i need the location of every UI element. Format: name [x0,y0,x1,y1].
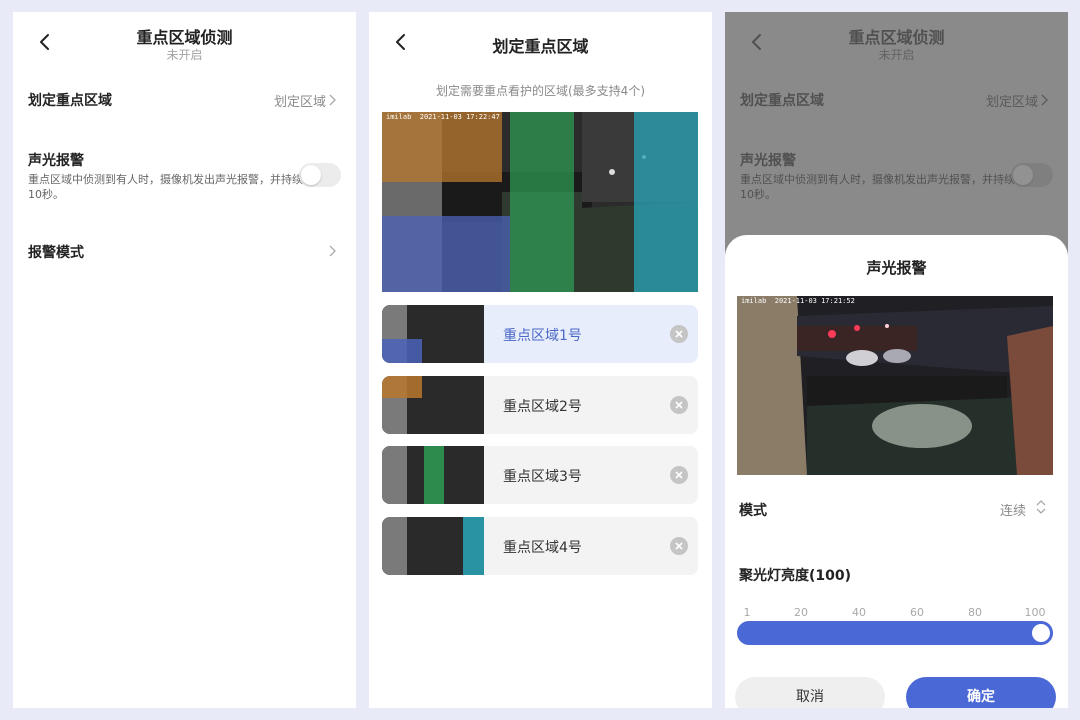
camera-timestamp: imilab 2021-11-03 17:21:52 [741,297,855,305]
alarm-row-description: 重点区域中侦测到有人时，摄像机发出声光报警，并持续10秒。 [740,173,1015,201]
alarm-toggle [1011,163,1053,187]
slider-handle[interactable] [1032,624,1050,642]
zone-thumbnail-2 [382,376,484,434]
zone-thumbnail-1 [382,305,484,363]
camera-brand: imilab [386,113,412,121]
brightness-tick: 20 [794,606,808,619]
screen-zone-detection: 重点区域侦测 未开启 划定重点区域 划定区域 声光报警 重点区域中侦测到有人时，… [13,12,356,708]
brightness-tick: 100 [1024,606,1046,619]
zone-overlay-1 [382,216,510,292]
close-circle-icon[interactable] [670,325,688,343]
screen-alarm-sheet: 重点区域侦测 未开启 划定重点区域 划定区域 声光报警 重点区域中侦测到有人时，… [725,12,1068,708]
zone-label-1: 重点区域1号 [503,328,582,344]
brightness-tick: 80 [968,606,982,619]
camera-time: 2021-11-03 17:21:52 [774,297,855,305]
zone-item-4[interactable]: 重点区域4号 [382,517,698,575]
zone-row-value: 划定区域 [985,95,1038,110]
chevron-right-icon [1041,94,1048,106]
zone-label-3: 重点区域3号 [503,469,582,485]
camera-timestamp: imilab 2021-11-03 17:22:47 [386,113,500,121]
page-subtitle: 未开启 [878,48,915,62]
zone-item-2[interactable]: 重点区域2号 [382,376,698,434]
mode-label: 模式 [739,503,767,519]
page-title: 重点区域侦测 [136,28,233,47]
zone-overlay-2 [382,112,502,182]
brightness-tick: 60 [910,606,924,619]
cancel-button[interactable]: 取消 [735,677,885,708]
zone-label-4: 重点区域4号 [503,540,582,556]
confirm-button[interactable]: 确定 [906,677,1056,708]
zone-row-label: 划定重点区域 [740,93,824,109]
page-title: 重点区域侦测 [848,28,945,47]
zone-overlay-4 [634,112,698,292]
zone-hint: 划定需要重点看护的区域(最多支持4个) [436,84,645,98]
close-circle-icon[interactable] [670,466,688,484]
zone-overlay-3 [510,112,574,292]
brightness-label: 聚光灯亮度(100) [739,568,852,584]
camera-brand: imilab [741,297,767,305]
alarm-toggle[interactable] [299,163,341,187]
zone-row-label: 划定重点区域 [28,93,112,109]
night-scene-image [737,296,1053,475]
zone-item-3[interactable]: 重点区域3号 [382,446,698,504]
up-down-caret-icon [1036,500,1046,514]
camera-preview-zones[interactable]: imilab 2021-11-03 17:22:47 [382,112,698,292]
brightness-tick: 40 [852,606,866,619]
zone-label-2: 重点区域2号 [503,399,582,415]
toggle-knob [1013,165,1033,185]
toggle-knob [301,165,321,185]
page-subtitle: 未开启 [166,48,203,62]
zone-item-1[interactable]: 重点区域1号 [382,305,698,363]
chevron-right-icon [329,94,336,106]
alarm-mode-label: 报警模式 [28,245,84,261]
alarm-row-label: 声光报警 [740,153,796,169]
page-title: 划定重点区域 [492,37,589,56]
camera-time: 2021-11-03 17:22:47 [419,113,500,121]
mode-value: 连续 [999,504,1026,519]
camera-preview-alarm: imilab 2021-11-03 17:21:52 [737,296,1053,475]
brightness-slider[interactable] [737,621,1053,645]
alarm-row-description: 重点区域中侦测到有人时，摄像机发出声光报警，并持续10秒。 [28,173,303,201]
brightness-tick: 1 [743,606,751,619]
slider-fill [737,621,1053,645]
zone-thumbnail-3 [382,446,484,504]
alarm-bottom-sheet: 声光报警 imilab 2021-11-03 17:21:52 模式 连续 聚光… [725,235,1068,708]
alarm-row-label: 声光报警 [28,153,84,169]
close-circle-icon[interactable] [670,396,688,414]
chevron-right-icon [329,245,336,257]
zone-row-value: 划定区域 [273,95,326,110]
screen-define-zones: 划定重点区域 划定需要重点看护的区域(最多支持4个) imilab 2021-1… [369,12,712,708]
sheet-title: 声光报警 [866,259,927,277]
close-circle-icon[interactable] [670,537,688,555]
zone-thumbnail-4 [382,517,484,575]
